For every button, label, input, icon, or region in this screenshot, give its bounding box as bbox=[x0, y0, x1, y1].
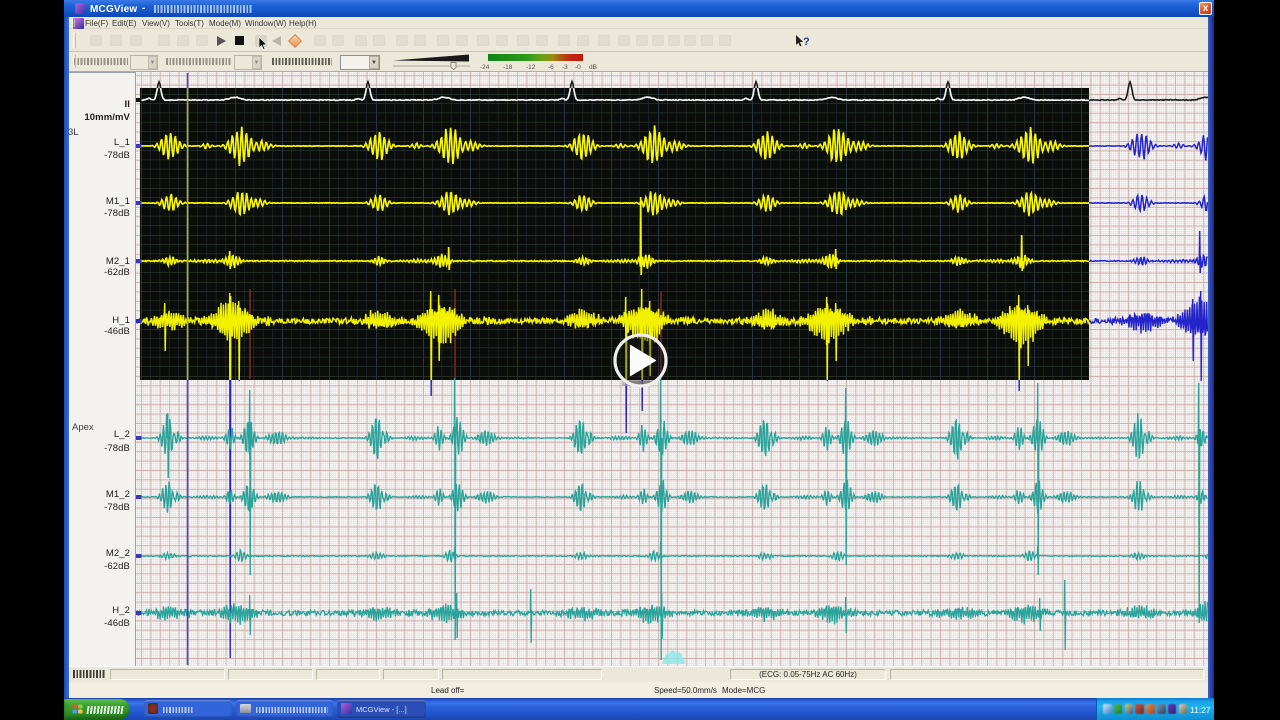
svg-text:?: ? bbox=[803, 36, 810, 48]
